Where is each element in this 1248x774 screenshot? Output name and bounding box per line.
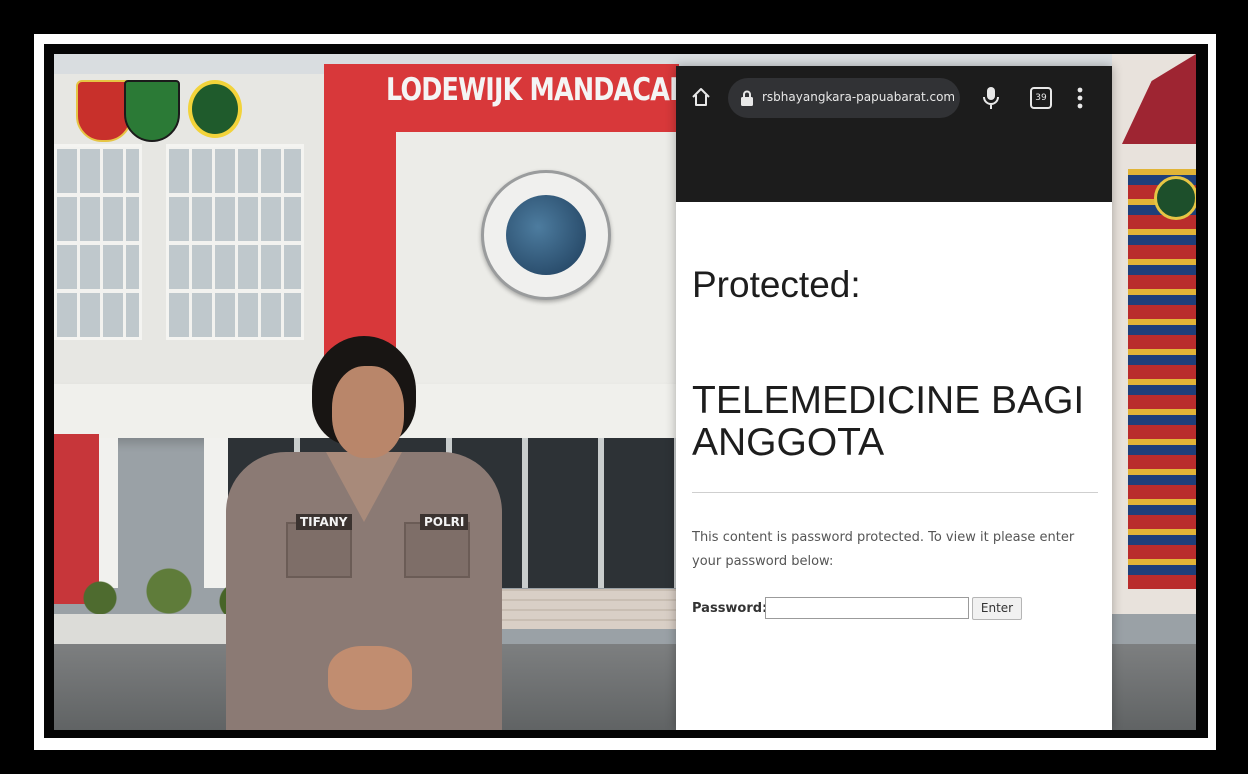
password-label: Password: — [692, 601, 768, 616]
ornamental-pillar — [1128, 169, 1196, 589]
video-scene: LODEWIJK MANDACAN TIFANY POLRI rsbhayang… — [54, 54, 1196, 730]
browser-toolbar: rsbhayangkara-papuabarat.com/t 39 — [676, 66, 1112, 202]
building-sign: LODEWIJK MANDACAN — [386, 72, 690, 108]
home-icon[interactable] — [690, 86, 712, 108]
lock-icon — [741, 90, 753, 106]
hospital-emblem — [481, 170, 611, 300]
name-tag: TIFANY — [296, 514, 352, 530]
browser-window: rsbhayangkara-papuabarat.com/t 39 Protec… — [676, 66, 1112, 730]
tab-switcher-icon[interactable]: 39 — [1030, 87, 1052, 109]
more-menu-icon[interactable] — [1076, 86, 1084, 110]
unit-tag: POLRI — [420, 514, 469, 530]
address-bar[interactable]: rsbhayangkara-papuabarat.com/t — [728, 78, 960, 118]
medical-corps-logo — [124, 80, 180, 142]
mic-icon[interactable] — [982, 86, 1000, 110]
post-title: TELEMEDICINE BAGI ANGGOTA — [692, 379, 1085, 464]
password-input[interactable] — [765, 597, 969, 619]
building-windows — [166, 144, 304, 340]
building-windows — [54, 144, 142, 340]
right-emblem — [1154, 176, 1196, 220]
hospital-logo — [188, 80, 242, 138]
enter-button[interactable]: Enter — [972, 597, 1022, 620]
emblem-center — [506, 195, 586, 275]
page-title: Protected: — [692, 264, 861, 305]
divider — [692, 492, 1098, 493]
password-message: This content is password protected. To v… — [692, 530, 1075, 569]
officer-face — [332, 366, 404, 458]
officer-hands — [328, 646, 412, 710]
uniform-pocket — [404, 522, 470, 578]
url-text: rsbhayangkara-papuabarat.com/t — [762, 90, 954, 104]
uniform-pocket — [286, 522, 352, 578]
